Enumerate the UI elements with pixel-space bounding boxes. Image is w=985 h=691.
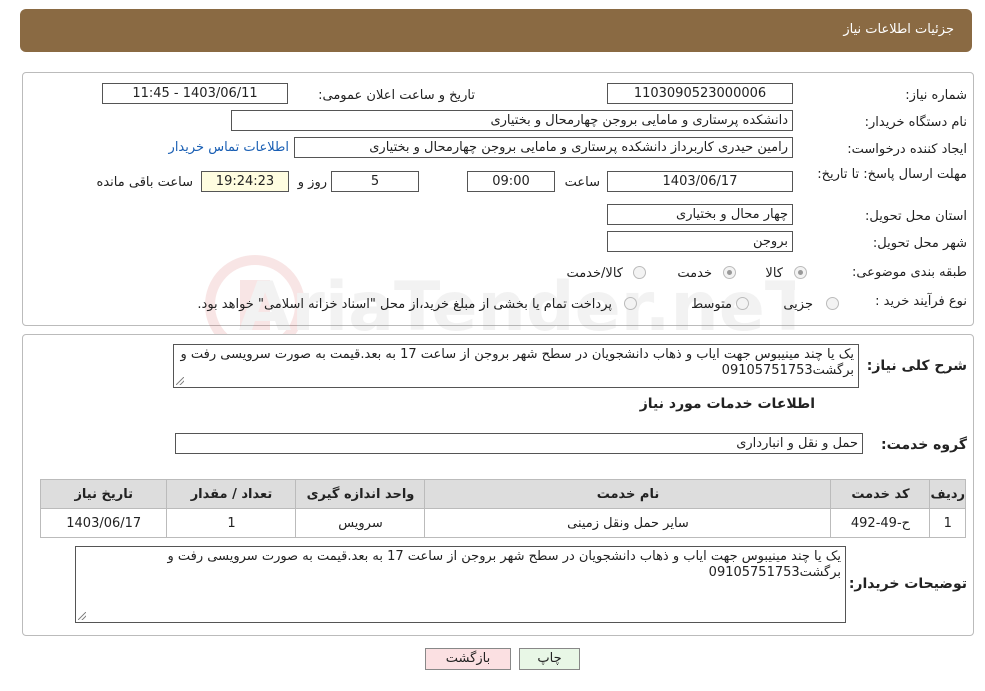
deadline-time-label: ساعت (564, 175, 600, 190)
category-label: طبقه بندی موضوعی: (851, 265, 967, 280)
category-radio-service[interactable] (723, 266, 736, 279)
process-radio-small[interactable] (826, 297, 839, 310)
cell-code: ح-49-492 (830, 508, 931, 538)
buyer-org-field: دانشکده پرستاری و مامایی بروجن چهارمحال … (231, 110, 793, 131)
services-table: ردیف کد خدمت نام خدمت واحد اندازه گیری ت… (39, 479, 966, 538)
col-name: نام خدمت (424, 479, 832, 509)
col-code: کد خدمت (830, 479, 931, 509)
category-option-goods-service: کالا/خدمت (566, 266, 623, 281)
deadline-date-field: 1403/06/17 (607, 171, 793, 192)
process-note: پرداخت تمام یا بخشی از مبلغ خرید،از محل … (197, 297, 612, 312)
cell-row: 1 (929, 508, 966, 538)
process-radio-treasury[interactable] (624, 297, 637, 310)
remaining-label: ساعت باقی مانده (96, 175, 193, 190)
cell-date: 1403/06/17 (39, 508, 168, 538)
deadline-label: مهلت ارسال پاسخ: تا تاریخ: (817, 167, 967, 182)
col-row: ردیف (929, 479, 966, 509)
table-row: 1 ح-49-492 سایر حمل ونقل زمینی سرویس 1 1… (39, 508, 966, 538)
print-button[interactable]: چاپ (519, 648, 580, 670)
description-textarea[interactable]: یک یا چند مینیبوس جهت ایاب و ذهاب دانشجو… (173, 344, 859, 388)
buyer-notes-textarea[interactable]: یک یا چند مینیبوس جهت ایاب و ذهاب دانشجو… (75, 546, 846, 623)
announce-label: تاریخ و ساعت اعلان عمومی: (318, 88, 475, 103)
category-radio-goods[interactable] (794, 266, 807, 279)
process-option-small: جزیی (783, 297, 813, 312)
requester-label: ایجاد کننده درخواست: (847, 142, 967, 157)
category-radio-goods-service[interactable] (633, 266, 646, 279)
buyer-org-label: نام دستگاه خریدار: (864, 115, 967, 130)
col-unit: واحد اندازه گیری (295, 479, 426, 509)
days-label: روز و (297, 175, 327, 190)
province-field: چهار محال و بختیاری (607, 204, 793, 225)
services-section-title: اطلاعات خدمات مورد نیاز (639, 396, 815, 412)
contact-buyer-link[interactable]: اطلاعات تماس خریدار (169, 140, 289, 155)
service-group-field: حمل و نقل و انبارداری (175, 433, 863, 454)
description-label: شرح کلی نیاز: (866, 358, 967, 374)
city-field: بروجن (607, 231, 793, 252)
service-group-label: گروه خدمت: (881, 437, 967, 453)
announce-field: 1403/06/11 - 11:45 (102, 83, 288, 104)
need-number-label: شماره نیاز: (905, 88, 967, 103)
province-label: استان محل تحویل: (865, 209, 967, 224)
resize-grip-icon[interactable] (78, 612, 86, 620)
process-option-medium: متوسط (691, 297, 732, 312)
cell-name: سایر حمل ونقل زمینی (424, 508, 832, 538)
description-text: یک یا چند مینیبوس جهت ایاب و ذهاب دانشجو… (180, 347, 855, 378)
page-header: جزئیات اطلاعات نیاز (20, 9, 972, 52)
col-qty: تعداد / مقدار (166, 479, 297, 509)
city-label: شهر محل تحویل: (872, 236, 967, 251)
requester-field: رامین حیدری کاربرداز دانشکده پرستاری و م… (294, 137, 793, 158)
process-label: نوع فرآیند خرید : (875, 294, 967, 309)
days-field: 5 (331, 171, 419, 192)
need-number-field: 1103090523000006 (607, 83, 793, 104)
category-option-service: خدمت (677, 266, 712, 281)
col-date: تاریخ نیاز (39, 479, 168, 509)
back-button[interactable]: بازگشت (425, 648, 511, 670)
page-title: جزئیات اطلاعات نیاز (843, 22, 954, 37)
cell-unit: سرویس (295, 508, 426, 538)
remaining-time-field: 19:24:23 (201, 171, 289, 192)
deadline-time-field: 09:00 (467, 171, 555, 192)
category-option-goods: کالا (765, 266, 783, 281)
cell-qty: 1 (166, 508, 297, 538)
resize-grip-icon[interactable] (176, 377, 184, 385)
process-radio-medium[interactable] (736, 297, 749, 310)
buyer-notes-label: توضیحات خریدار: (848, 576, 967, 592)
table-header-row: ردیف کد خدمت نام خدمت واحد اندازه گیری ت… (39, 479, 966, 509)
buyer-notes-text: یک یا چند مینیبوس جهت ایاب و ذهاب دانشجو… (167, 549, 842, 580)
